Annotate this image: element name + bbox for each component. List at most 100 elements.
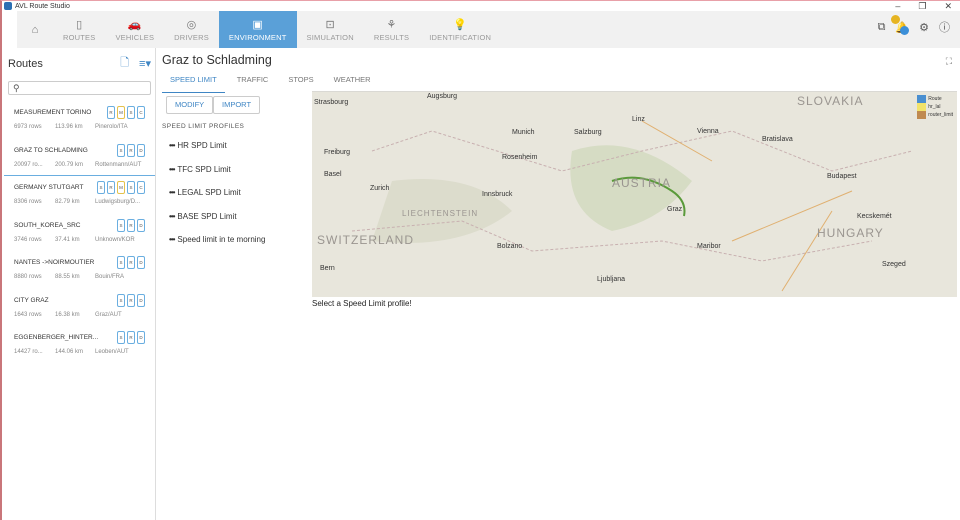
tab-stops[interactable]: STOPS (280, 73, 321, 93)
route-list-item[interactable]: GERMANY STUTGART SRMSC 8306 rows 82.79 km… (4, 176, 155, 214)
map-view[interactable]: Strasbourg Augsburg Munich Vienna Bratislava… (312, 91, 957, 297)
map-city-label: Kecskemét (857, 213, 892, 220)
import-button[interactable]: IMPORT (213, 96, 261, 114)
map-city-label: Linz (632, 116, 645, 123)
search-input[interactable]: ⚲ (8, 81, 151, 95)
app-logo-icon (4, 2, 12, 10)
profile-label: HR SPD Limit (177, 141, 227, 150)
fullscreen-icon[interactable]: ⛶ (946, 56, 952, 67)
route-tag: S (127, 106, 135, 119)
route-distance: 37.41 km (55, 236, 80, 243)
speed-limit-profile[interactable]: ••• TFC SPD Limit (169, 165, 231, 174)
route-tag: R (127, 218, 135, 232)
new-route-icon[interactable]: 🗋 (120, 54, 129, 73)
route-location: Leoben/AUT (95, 349, 129, 355)
map-region-label: SLOVAKIA (797, 94, 864, 108)
route-rows: 8306 rows (14, 199, 42, 205)
route-location: Rottenmann/AUT (95, 161, 142, 168)
map-city-label: Maribor (697, 243, 721, 250)
sort-icon[interactable]: ≡▾ (139, 57, 151, 70)
tab-vehicles[interactable]: 🚗 VEHICLES (105, 11, 164, 48)
route-tag: D (137, 331, 145, 344)
tab-environment[interactable]: ▣ ENVIRONMENT (218, 11, 297, 48)
tab-drivers[interactable]: ◎ DRIVERS (164, 11, 219, 48)
route-tag: M (117, 106, 125, 119)
tab-results[interactable]: ⚘ RESULTS (364, 11, 419, 48)
tab-label: VEHICLES (115, 32, 155, 42)
route-list-item[interactable]: SOUTH_KOREA_SRC SRD 3746 rows 37.41 km Unk… (4, 214, 155, 252)
dots-icon: ••• (169, 164, 175, 174)
tab-label: ENVIRONMENT (228, 32, 287, 42)
tab-speed-limit[interactable]: SPEED LIMIT (162, 73, 225, 93)
home-tab[interactable]: ⌂ (17, 11, 53, 48)
route-list-item[interactable]: GRAZ TO SCHLADMING SRD 20097 ro... 200.79… (4, 139, 155, 176)
sidebar-title: Routes (8, 57, 43, 70)
route-location: Unknown/KOR (95, 236, 135, 243)
map-city-label: Bratislava (762, 136, 793, 143)
speed-limit-profile[interactable]: ••• Speed limit in te morning (169, 235, 265, 244)
profile-label: Speed limit in te morning (177, 235, 266, 244)
speed-limit-profile[interactable]: ••• BASE SPD Limit (169, 212, 237, 221)
route-tag: S (117, 256, 125, 269)
route-distance: 82.79 km (55, 199, 80, 205)
route-distance: 88.55 km (55, 274, 80, 280)
dots-icon: ••• (169, 211, 175, 221)
route-rows: 6973 rows (14, 124, 42, 130)
tab-label: IDENTIFICATION (429, 32, 492, 42)
modify-button[interactable]: MODIFY (166, 96, 214, 114)
route-rows: 20097 ro... (14, 161, 43, 168)
route-rows: 8880 rows (14, 274, 42, 280)
tab-label: SIMULATION (306, 32, 354, 42)
info-icon[interactable]: ⓘ (939, 19, 950, 35)
route-list-item[interactable]: CITY GRAZ SRD 1643 rows 16.38 km Graz/AUT (4, 289, 155, 327)
route-rows: 3746 rows (14, 236, 42, 243)
map-region-label: AUSTRIA (612, 176, 672, 190)
legend-label: Route (928, 96, 942, 102)
route-location: Bouin/FRA (95, 274, 125, 280)
notification-bell-icon[interactable]: 🔔 (891, 14, 910, 35)
route-tag: D (137, 256, 145, 269)
route-rows: 1643 rows (14, 311, 42, 318)
route-location: Pinerolo/ITA (95, 124, 128, 130)
profile-label: TFC SPD Limit (177, 164, 231, 174)
map-city-label: Basel (324, 171, 342, 178)
map-icon: ▯ (76, 18, 83, 31)
external-link-icon[interactable]: ⧉ (878, 21, 886, 34)
routes-sidebar: Routes 🗋 ≡▾ ⚲ MEASUREMENT TORINO RMSC 6973… (4, 48, 156, 520)
gear-icon[interactable]: ⚙ (919, 21, 929, 34)
map-legend: Route hr_lal router_limit (917, 95, 953, 119)
route-distance: 16.38 km (55, 311, 80, 318)
route-list-item[interactable]: NANTES ->NOIRMOUTIER SRD 8880 rows 88.55 … (4, 251, 155, 289)
page-title: Graz to Schladming (162, 53, 272, 67)
tab-weather[interactable]: WEATHER (326, 73, 379, 93)
map-city-label: Bolzano (497, 243, 523, 250)
route-list-item[interactable]: MEASUREMENT TORINO RMSC 6973 rows 113.96 … (4, 101, 155, 139)
search-icon: ⚲ (13, 83, 20, 93)
tab-identification[interactable]: 💡 IDENTIFICATION (419, 11, 501, 48)
route-distance: 200.79 km (55, 161, 84, 168)
tab-simulation[interactable]: ⊡ SIMULATION (297, 11, 364, 48)
route-list-item[interactable]: EGGENBERGER_HINTER... SRD 14427 ro... 144… (4, 326, 155, 364)
tab-traffic[interactable]: TRAFFIC (229, 73, 277, 93)
route-tag: S (117, 331, 125, 344)
results-icon: ⚘ (386, 18, 397, 31)
speed-limit-profile[interactable]: ••• HR SPD Limit (169, 141, 227, 150)
route-tag: R (127, 331, 135, 344)
map-region-label: LIECHTENSTEIN (402, 209, 479, 218)
lightbulb-icon: 💡 (453, 18, 468, 31)
route-location: Ludwigsburg/D... (95, 199, 141, 205)
home-icon: ⌂ (31, 23, 39, 36)
status-message: Select a Speed Limit profile! (312, 299, 412, 308)
speed-limit-profile[interactable]: ••• LEGAL SPD Limit (169, 188, 241, 197)
route-distance: 144.06 km (55, 349, 84, 355)
tab-label: DRIVERS (174, 32, 209, 42)
map-city-label: Rosenheim (502, 154, 538, 161)
tab-routes[interactable]: ▯ ROUTES (53, 11, 105, 48)
map-city-label: Salzburg (574, 129, 602, 136)
profile-label: BASE SPD Limit (177, 211, 237, 221)
map-region-label: HUNGARY (817, 226, 884, 240)
main-nav: ⌂ ▯ ROUTES 🚗 VEHICLES ◎ DRIVERS ▣ ENVIRONMEN… (17, 11, 960, 48)
map-city-label: Strasbourg (314, 99, 349, 106)
route-tag: D (137, 293, 145, 307)
route-tag: M (117, 181, 125, 194)
